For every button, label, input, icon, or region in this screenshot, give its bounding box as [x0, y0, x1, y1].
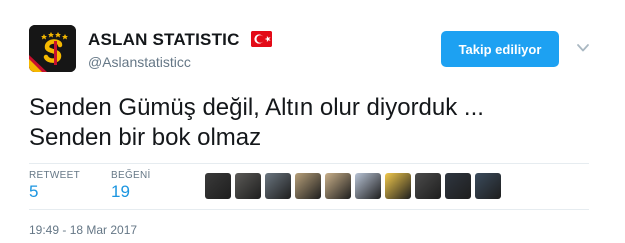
like-label: BEĞENİ	[111, 170, 151, 181]
liker-avatar-9[interactable]	[445, 173, 471, 199]
turkey-flag-icon	[251, 31, 272, 47]
liker-avatar-6[interactable]	[355, 173, 381, 199]
liker-avatar-5[interactable]	[325, 173, 351, 199]
liker-avatar-1[interactable]	[205, 173, 231, 199]
tweet-timestamp[interactable]: 19:49 - 18 Mar 2017	[29, 223, 137, 237]
like-count[interactable]: 19	[111, 182, 130, 202]
retweet-count[interactable]: 5	[29, 182, 38, 202]
tweet-text: Senden Gümüş değil, Altın olur diyorduk …	[29, 93, 589, 153]
author-avatar[interactable]	[29, 25, 76, 72]
divider	[29, 163, 589, 164]
galatasaray-crest-icon	[29, 25, 76, 72]
liker-avatar-2[interactable]	[235, 173, 261, 199]
liker-avatar-3[interactable]	[265, 173, 291, 199]
divider	[29, 209, 589, 210]
liker-avatar-10[interactable]	[475, 173, 501, 199]
following-button[interactable]: Takip ediliyor	[441, 31, 559, 67]
tweet-text-line: Senden bir bok olmaz	[29, 124, 262, 151]
author-handle[interactable]: @Aslanstatisticc	[88, 54, 191, 70]
liker-avatar-4[interactable]	[295, 173, 321, 199]
retweet-label: RETWEET	[29, 170, 80, 181]
author-display-name[interactable]: ASLAN STATISTIC	[88, 30, 240, 50]
tweet-text-line: Senden Gümüş değil, Altın olur diyorduk …	[29, 94, 484, 121]
chevron-down-icon[interactable]	[575, 40, 591, 56]
liker-avatar-8[interactable]	[415, 173, 441, 199]
liker-avatar-7[interactable]	[385, 173, 411, 199]
liker-avatars	[205, 173, 505, 199]
